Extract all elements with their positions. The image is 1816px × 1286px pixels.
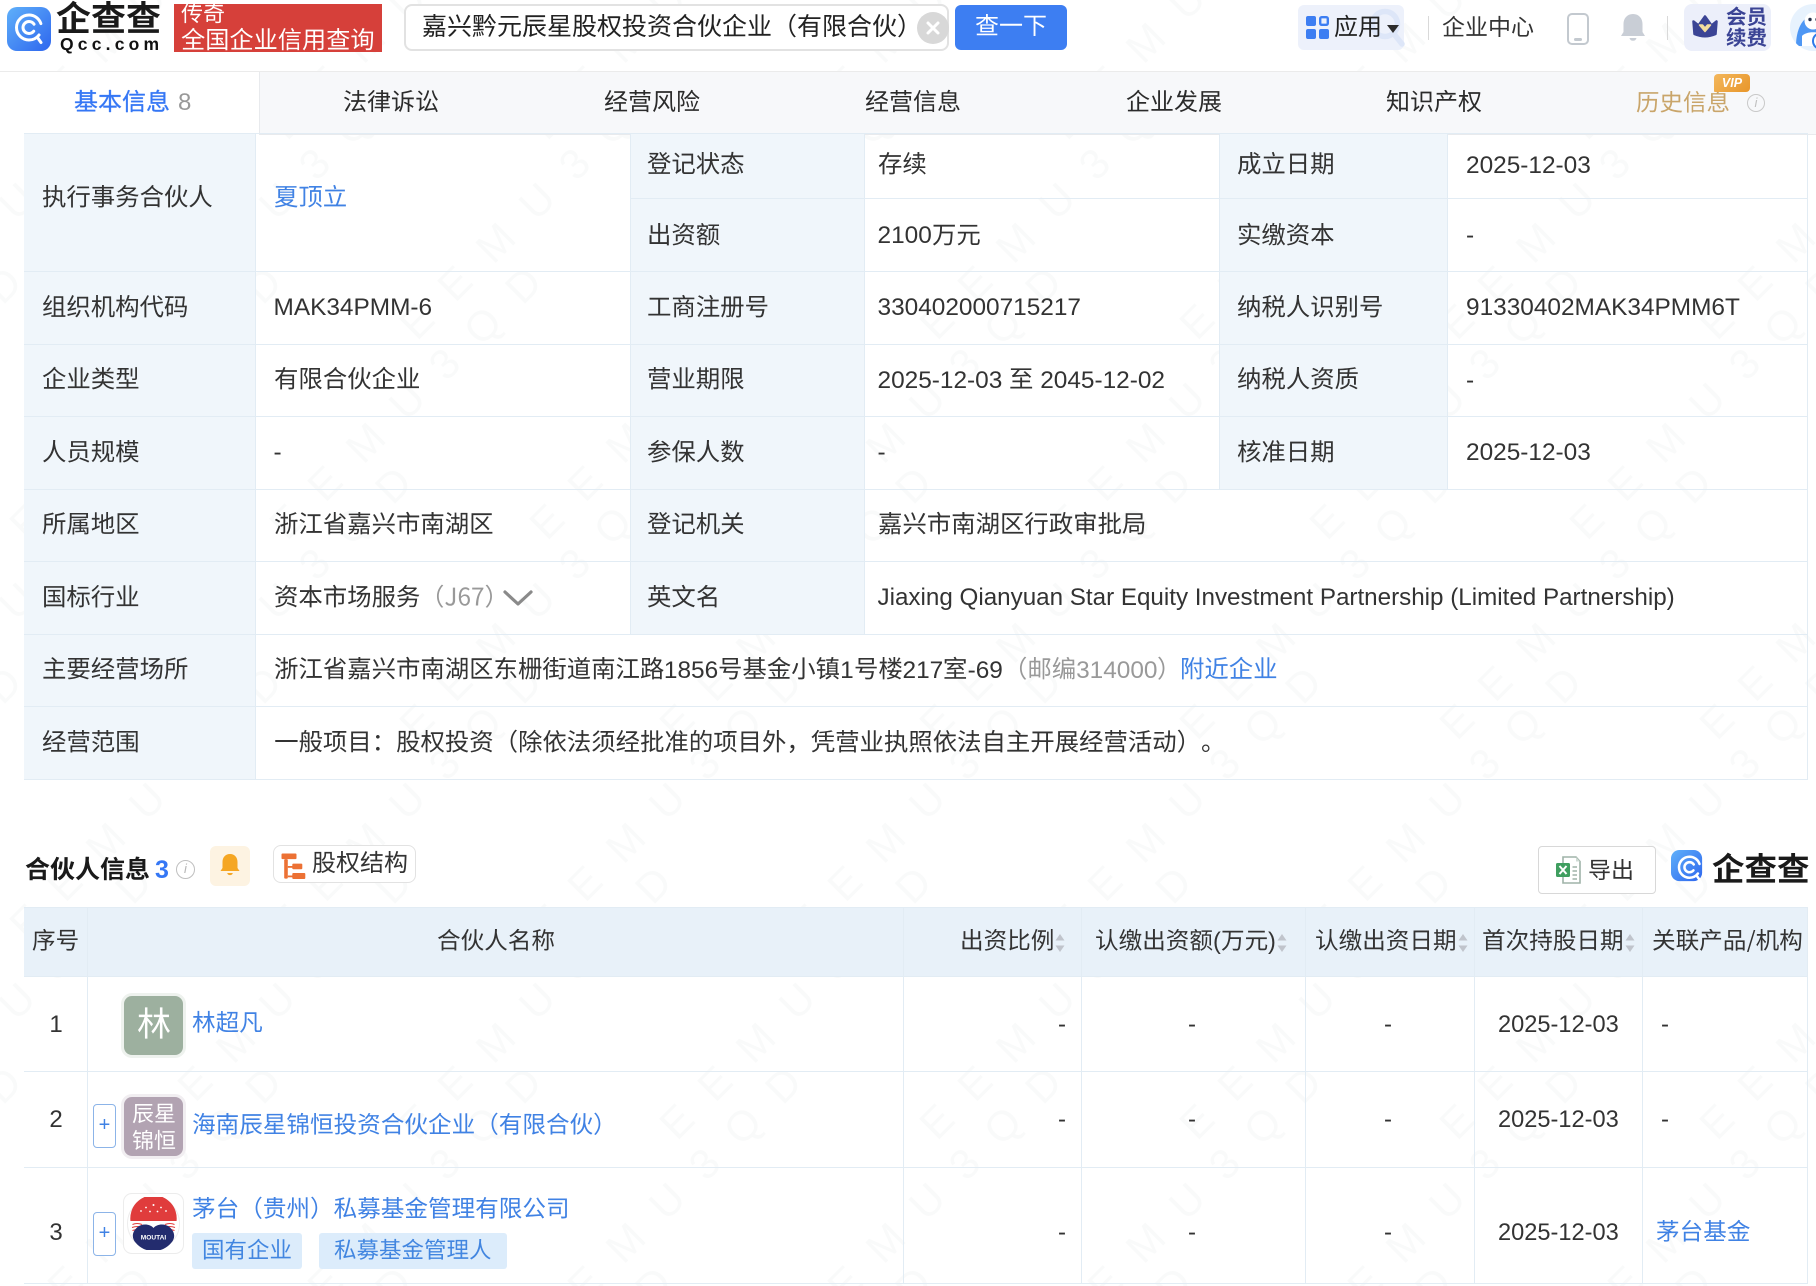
svg-text:MOUTAI: MOUTAI: [141, 1235, 167, 1242]
